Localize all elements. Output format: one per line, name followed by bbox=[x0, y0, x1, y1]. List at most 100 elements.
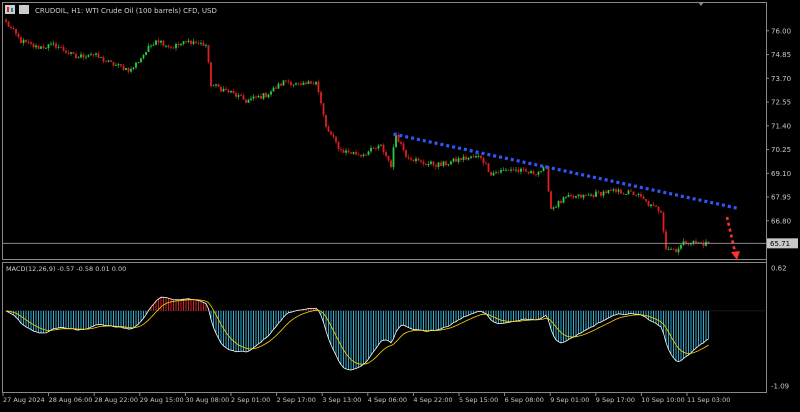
candle-up bbox=[612, 189, 615, 191]
candle-up bbox=[155, 40, 157, 45]
candle-down bbox=[440, 162, 442, 166]
candle-down bbox=[105, 61, 107, 63]
time-axis-label: 9 Sep 01:00 bbox=[550, 396, 589, 404]
candle-up bbox=[200, 42, 202, 44]
candle-down bbox=[662, 212, 665, 232]
time-axis-label: 3 Sep 13:00 bbox=[322, 396, 361, 404]
candle-down bbox=[375, 148, 377, 150]
candle-up bbox=[367, 151, 370, 155]
candle-up bbox=[147, 45, 150, 52]
candle-up bbox=[705, 241, 707, 246]
chart-menu-icon[interactable] bbox=[5, 5, 15, 14]
candle-down bbox=[185, 41, 187, 43]
candle-up bbox=[587, 194, 590, 196]
time-axis-label: 4 Sep 06:00 bbox=[368, 396, 407, 404]
candle-down bbox=[572, 195, 575, 198]
candle-up bbox=[537, 171, 540, 175]
candle-down bbox=[280, 83, 282, 86]
candle-up bbox=[315, 81, 317, 85]
candle-up bbox=[520, 168, 522, 172]
candle-down bbox=[240, 95, 242, 96]
price-axis-label: 76.00 bbox=[771, 27, 791, 35]
candle-down bbox=[535, 173, 537, 175]
candle-down bbox=[167, 45, 170, 48]
time-axis-label: 11 Sep 03:00 bbox=[687, 396, 730, 404]
candle-up bbox=[627, 190, 630, 195]
candle-up bbox=[80, 54, 82, 58]
price-axis-label: 67.95 bbox=[771, 194, 791, 202]
candle-up bbox=[130, 68, 132, 72]
candle-up bbox=[565, 196, 567, 198]
macd-label: MACD(12,26,9) -0.57 -0.58 0.01 0.00 bbox=[6, 265, 126, 273]
candle-down bbox=[25, 39, 27, 42]
chart-header: CRUDOIL, H1: WTI Crude Oil (100 barrels)… bbox=[5, 5, 217, 15]
candle-up bbox=[457, 158, 460, 162]
candle-down bbox=[512, 169, 515, 171]
candle-up bbox=[625, 194, 627, 195]
candle-up bbox=[90, 54, 92, 56]
candle-up bbox=[152, 44, 155, 46]
candle-down bbox=[387, 155, 390, 161]
candle-down bbox=[422, 161, 425, 165]
candle-down bbox=[10, 26, 12, 28]
candle-down bbox=[197, 42, 200, 44]
candle-up bbox=[132, 67, 135, 69]
candle-up bbox=[277, 83, 280, 89]
candle-up bbox=[140, 58, 142, 63]
candle-up bbox=[427, 163, 430, 166]
candle-up bbox=[582, 194, 585, 198]
candle-down bbox=[297, 83, 300, 85]
candle-down bbox=[82, 54, 85, 58]
candle-up bbox=[252, 96, 255, 99]
candle-down bbox=[260, 96, 262, 99]
candle-up bbox=[542, 167, 545, 172]
chart-canvas[interactable]: CRUDOIL, H1: WTI Crude Oil (100 barrels)… bbox=[0, 0, 800, 408]
candle-up bbox=[557, 200, 560, 207]
candle-down bbox=[570, 195, 572, 196]
candle-down bbox=[550, 191, 552, 209]
candle-up bbox=[295, 83, 297, 85]
candle-down bbox=[657, 206, 660, 212]
candle-up bbox=[35, 45, 37, 48]
candle-down bbox=[15, 28, 17, 34]
candle-up bbox=[442, 161, 445, 166]
candle-down bbox=[32, 43, 35, 48]
candle-up bbox=[175, 44, 177, 49]
candle-down bbox=[227, 89, 230, 93]
time-axis-label: 30 Aug 08:00 bbox=[185, 396, 229, 404]
candle-up bbox=[475, 156, 477, 158]
candle-down bbox=[320, 92, 322, 104]
chart-type-icon[interactable] bbox=[19, 5, 29, 14]
candle-up bbox=[530, 171, 532, 174]
price-axis-label: 73.70 bbox=[771, 75, 791, 83]
candle-down bbox=[190, 40, 192, 44]
candle-down bbox=[525, 169, 527, 172]
candle-up bbox=[302, 82, 305, 85]
candle-down bbox=[232, 90, 235, 94]
candle-up bbox=[187, 40, 190, 43]
candle-up bbox=[70, 52, 72, 54]
candle-up bbox=[192, 41, 195, 44]
candle-down bbox=[597, 191, 600, 193]
candle-down bbox=[312, 83, 315, 85]
candle-up bbox=[447, 164, 450, 166]
time-axis-label: 2 Sep 01:00 bbox=[231, 396, 270, 404]
price-axis-label: 70.25 bbox=[771, 146, 791, 154]
candle-up bbox=[450, 161, 452, 165]
candle-down bbox=[255, 96, 257, 98]
time-axis-label: 28 Aug 06:00 bbox=[49, 396, 93, 404]
candle-down bbox=[110, 60, 112, 62]
projection-arrow-head bbox=[731, 251, 740, 260]
candle-down bbox=[75, 53, 77, 59]
candle-up bbox=[452, 158, 455, 162]
candle-up bbox=[392, 147, 395, 168]
candle-up bbox=[125, 67, 127, 70]
candle-up bbox=[540, 171, 542, 172]
candle-up bbox=[85, 56, 87, 58]
candle-down bbox=[372, 147, 375, 149]
candle-down bbox=[325, 114, 327, 127]
candle-up bbox=[307, 81, 310, 84]
candle-down bbox=[365, 154, 367, 156]
candle-up bbox=[215, 84, 217, 86]
time-axis-label: 4 Sep 22:00 bbox=[413, 396, 452, 404]
